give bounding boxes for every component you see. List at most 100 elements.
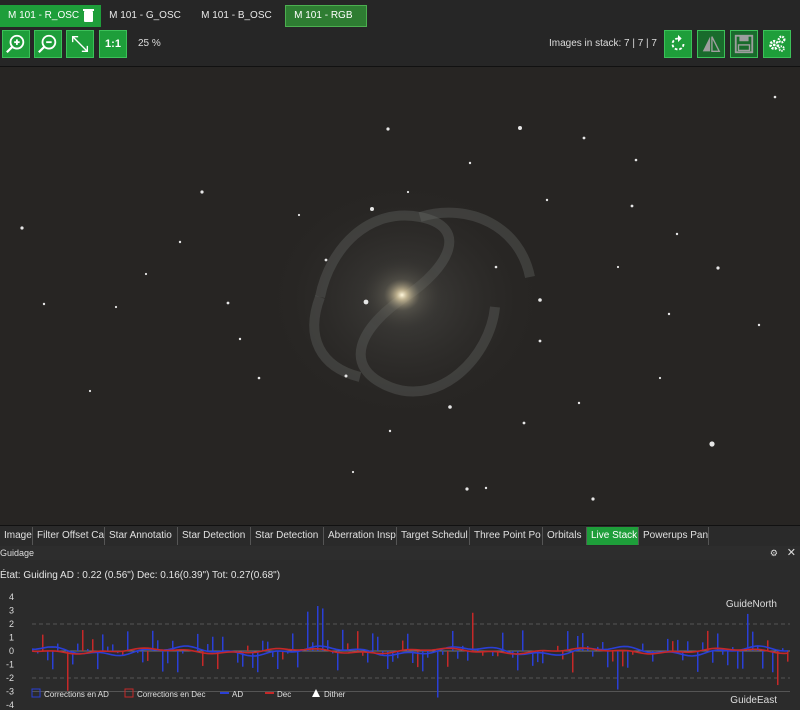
dec-correction-bar: [472, 612, 474, 651]
dec-correction-bar: [612, 651, 614, 662]
tab-rgb[interactable]: M 101 - RGB: [285, 5, 368, 27]
star: [144, 272, 148, 276]
ra-correction-bar: [437, 651, 439, 698]
star: [773, 95, 777, 99]
ra-correction-bar: [297, 651, 299, 668]
settings-button[interactable]: [763, 30, 791, 58]
zoom-in-button[interactable]: [2, 30, 30, 58]
zoom-out-icon: [38, 34, 57, 54]
tab-three-point[interactable]: Three Point Po: [470, 527, 543, 545]
close-icon[interactable]: ✕: [787, 546, 796, 560]
gears-icon: [769, 35, 786, 52]
fit-to-window-button[interactable]: [66, 30, 94, 58]
legend-label: AD: [232, 690, 243, 699]
tab-r-osc[interactable]: M 101 - R_OSC: [0, 5, 102, 27]
one-to-one-button[interactable]: 1:1: [99, 30, 127, 58]
refresh-icon: [671, 34, 685, 51]
ra-correction-bar: [737, 651, 739, 669]
dec-correction-bar: [92, 639, 94, 651]
ra-correction-bar: [107, 646, 109, 651]
tab-b-osc[interactable]: M 101 - B_OSC: [193, 5, 285, 27]
tab-orbitals[interactable]: Orbitals: [543, 527, 587, 545]
tab-g-osc[interactable]: M 101 - G_OSC: [101, 5, 193, 27]
top-bar: M 101 - R_OSC M 101 - G_OSC M 101 - B_OS…: [0, 0, 800, 66]
one-to-one-label: 1:1: [105, 38, 121, 50]
tab-star-detection-1[interactable]: Star Detection: [178, 527, 251, 545]
image-viewer[interactable]: [0, 66, 800, 526]
dec-correction-bar: [767, 640, 769, 651]
guide-chart: 4 3 2 1 0 -1 -2 -3 -4 GuideNorth GuideEast Corre…: [6, 592, 790, 710]
star: [386, 127, 390, 131]
tab-powerups[interactable]: Powerups Pane: [639, 527, 709, 545]
ra-correction-bar: [752, 631, 754, 651]
ra-correction-bar: [277, 651, 279, 670]
legend-marker: [124, 688, 134, 698]
y-tick-label: -4: [6, 700, 14, 710]
ra-correction-bar: [142, 651, 144, 663]
ra-correction-bar: [47, 651, 49, 661]
ra-correction-bar: [262, 640, 264, 651]
star: [20, 226, 24, 230]
tab-live-stack[interactable]: Live Stack: [587, 527, 639, 545]
ra-correction-bar: [377, 636, 379, 651]
tab-star-detection-2[interactable]: Star Detection: [251, 527, 324, 545]
ra-correction-bar: [327, 640, 329, 651]
ra-correction-bar: [97, 651, 99, 670]
ra-correction-bar: [502, 632, 504, 651]
star: [42, 302, 46, 306]
ra-correction-bar: [457, 651, 459, 659]
tab-target-scheduler[interactable]: Target Schedul: [397, 527, 470, 545]
star: [465, 487, 469, 491]
ra-correction-bar: [177, 651, 179, 673]
ra-correction-bar: [222, 636, 224, 651]
panel-tabs: Image Filter Offset Ca Star Annotatio St…: [0, 525, 800, 546]
zoom-in-icon: [6, 34, 25, 54]
tab-star-annotation[interactable]: Star Annotatio: [105, 527, 178, 545]
ra-correction-bar: [207, 644, 209, 651]
flip-button[interactable]: [697, 30, 725, 58]
legend-label: Corrections en Dec: [137, 690, 205, 699]
tab-image[interactable]: Image: [0, 527, 33, 545]
dec-correction-bar: [777, 651, 779, 686]
panel-settings-icon[interactable]: ⚙: [770, 546, 778, 560]
zoom-out-button[interactable]: [34, 30, 62, 58]
legend-label: Corrections en AD: [44, 690, 109, 699]
star: [257, 376, 261, 380]
star: [344, 374, 348, 378]
ra-correction-bar: [427, 651, 429, 658]
ra-correction-bar: [627, 651, 629, 668]
ra-correction-bar: [52, 651, 54, 670]
y-tick-label: 0: [9, 646, 14, 656]
ra-correction-bar: [592, 651, 594, 657]
label-guide-east: GuideEast: [730, 695, 777, 706]
ra-correction-bar: [712, 651, 714, 663]
trash-icon[interactable]: [83, 8, 95, 22]
ra-correction-bar: [127, 631, 129, 651]
ra-correction-bar: [742, 651, 744, 669]
ra-correction-bar: [322, 608, 324, 651]
ra-correction-bar: [762, 651, 764, 669]
refresh-button[interactable]: [664, 30, 692, 58]
legend-marker: [312, 689, 320, 697]
star: [324, 258, 328, 262]
ra-correction-bar: [162, 651, 164, 672]
star: [630, 204, 634, 208]
dec-correction-bar: [672, 641, 674, 651]
star: [538, 298, 542, 302]
ra-correction-bar: [567, 631, 569, 651]
ra-correction-bar: [667, 638, 669, 651]
ra-correction-bar: [337, 651, 339, 671]
ra-correction-bar: [372, 633, 374, 651]
star: [178, 240, 182, 244]
tab-label: M 101 - RGB: [294, 10, 353, 21]
star: [545, 198, 549, 202]
save-button[interactable]: [730, 30, 758, 58]
legend-label: Dec: [277, 690, 291, 699]
star: [406, 190, 410, 194]
tab-aberration[interactable]: Aberration Insp: [324, 527, 397, 545]
ra-correction-bar: [722, 651, 724, 655]
ra-correction-bar: [257, 651, 259, 673]
tab-filter-offset[interactable]: Filter Offset Ca: [33, 527, 105, 545]
ra-correction-bar: [77, 643, 79, 651]
star: [388, 429, 392, 433]
